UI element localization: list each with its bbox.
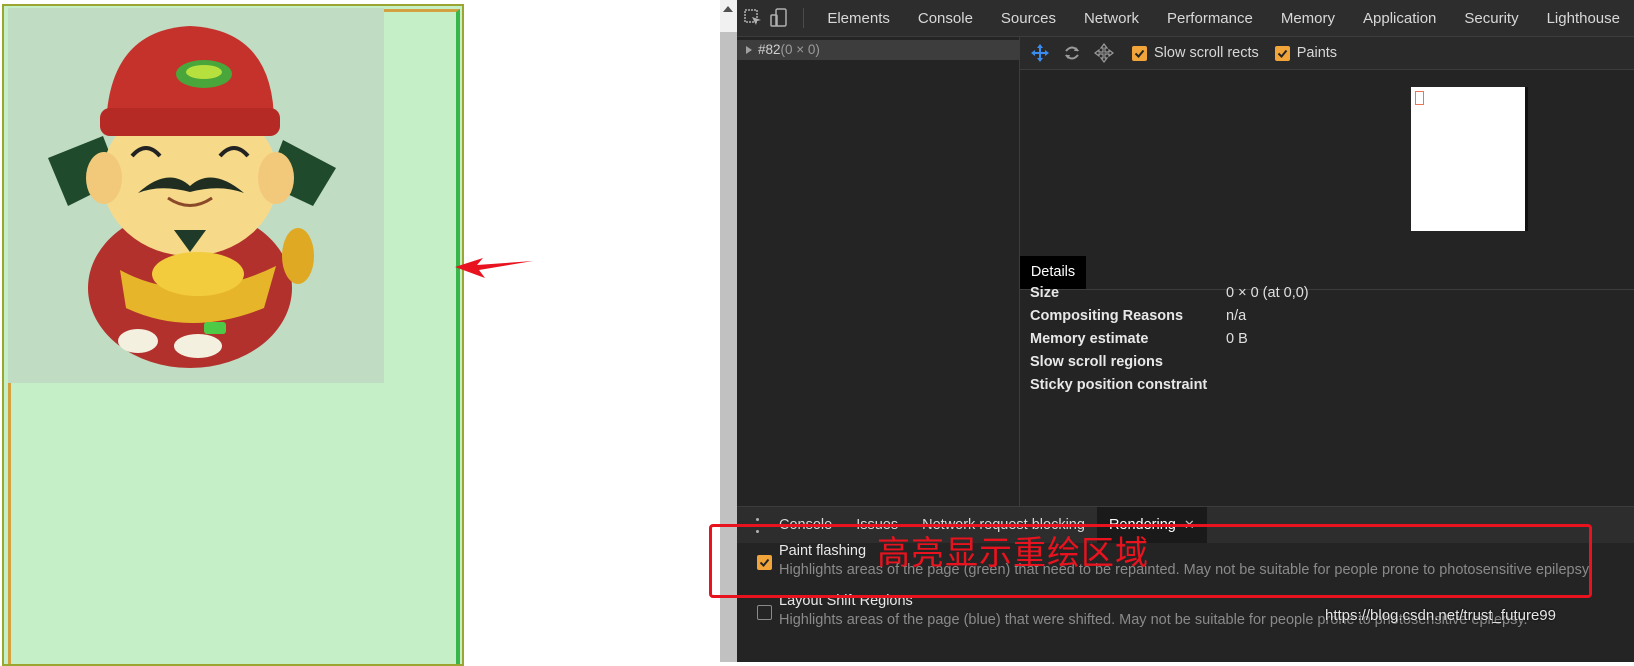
paints-label: Paints [1297, 45, 1337, 61]
tab-network[interactable]: Network [1070, 10, 1153, 27]
checkbox-checked-icon[interactable] [1275, 46, 1290, 61]
layer-size: (0 × 0) [781, 42, 820, 57]
expand-triangle-icon[interactable] [746, 46, 752, 54]
inspected-page [0, 0, 720, 662]
inspect-element-icon[interactable] [743, 5, 763, 31]
detail-value: 0 × 0 (at 0,0) [1226, 282, 1309, 304]
slow-scroll-rects-label: Slow scroll rects [1154, 45, 1259, 61]
tab-memory[interactable]: Memory [1267, 10, 1349, 27]
tab-performance[interactable]: Performance [1153, 10, 1267, 27]
layer-name: #82 [758, 42, 781, 57]
tab-lighthouse[interactable]: Lighthouse [1533, 10, 1634, 27]
highlight-annotation-box [709, 524, 1592, 598]
reset-transform-icon[interactable] [1092, 41, 1116, 65]
tab-elements[interactable]: Elements [813, 10, 904, 27]
checkbox-checked-icon[interactable] [1132, 46, 1147, 61]
layers-3d-view[interactable] [1020, 70, 1634, 255]
scroll-up-arrow-icon[interactable] [723, 6, 733, 12]
fortune-god-figurine-image [8, 8, 384, 383]
tab-sources[interactable]: Sources [987, 10, 1070, 27]
layers-tree: #82(0 × 0) [737, 37, 1020, 506]
tab-console[interactable]: Console [904, 10, 987, 27]
pan-mode-icon[interactable] [1028, 41, 1052, 65]
detail-key: Slow scroll regions [1030, 351, 1220, 373]
selected-layer-marker [1415, 91, 1424, 105]
tab-application[interactable]: Application [1349, 10, 1450, 27]
detail-value: n/a [1226, 305, 1246, 327]
paints-toggle[interactable]: Paints [1275, 45, 1337, 61]
layers-toolbar: Slow scroll rects Paints [1020, 37, 1634, 70]
devtools-main-tabbar: Elements Console Sources Network Perform… [737, 0, 1634, 37]
layer-tree-row[interactable]: #82(0 × 0) [737, 40, 1019, 60]
device-toolbar-icon[interactable] [769, 5, 789, 31]
annotation-note: 高亮显示重绘区域 [877, 526, 1149, 574]
checkbox-unchecked-icon[interactable] [757, 605, 772, 620]
detail-key: Memory estimate [1030, 328, 1220, 350]
red-arrow-icon [455, 258, 535, 280]
detail-key: Compositing Reasons [1030, 305, 1220, 327]
layer-details: Size 0 × 0 (at 0,0) Compositing Reasons … [1020, 290, 1634, 506]
tab-security[interactable]: Security [1450, 10, 1532, 27]
detail-value: 0 B [1226, 328, 1248, 350]
layer-preview-thumbnail [1411, 87, 1528, 231]
slow-scroll-rects-toggle[interactable]: Slow scroll rects [1132, 45, 1259, 61]
detail-key: Size [1030, 282, 1220, 304]
detail-key: Sticky position constraint [1030, 374, 1220, 396]
rotate-mode-icon[interactable] [1060, 41, 1084, 65]
watermark-url: https://blog.csdn.net/trust_future99 [1325, 607, 1556, 624]
